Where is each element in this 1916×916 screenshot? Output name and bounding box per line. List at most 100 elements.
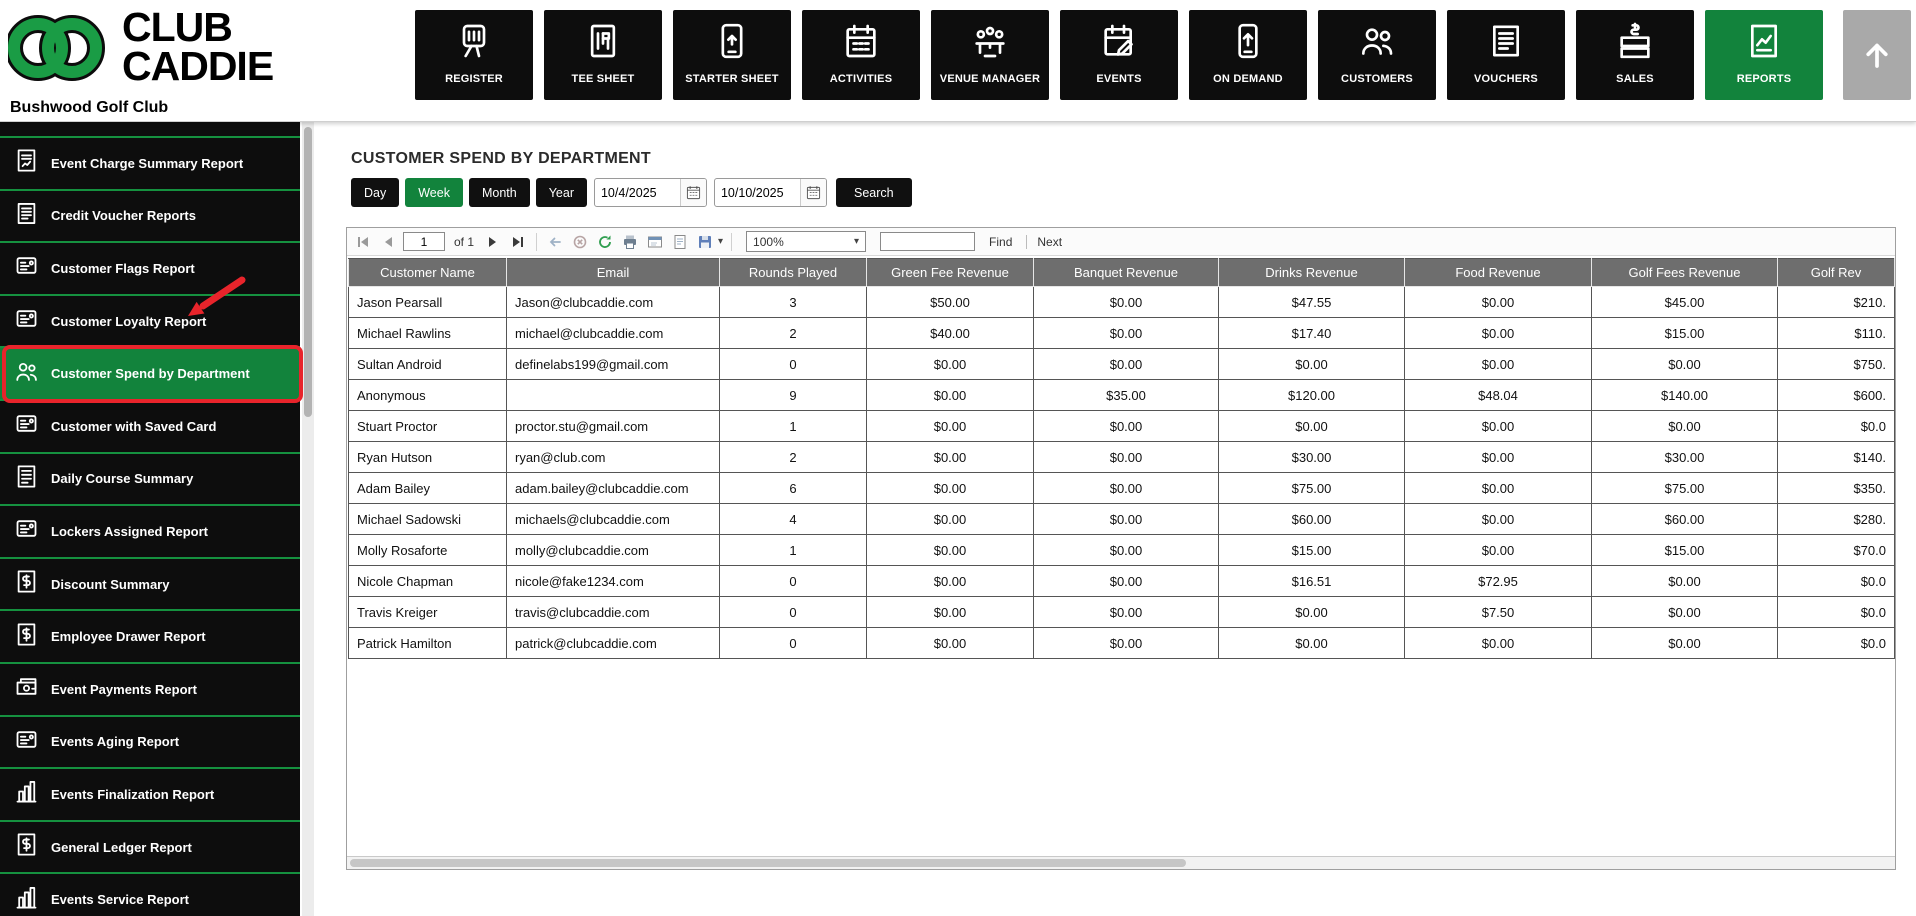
table-cell: definelabs199@gmail.com: [506, 348, 720, 380]
table-cell: Sultan Android: [348, 348, 507, 380]
nav-button-label: SALES: [1616, 73, 1654, 85]
sidebar-scrollbar: [302, 122, 314, 916]
table-cell: $0.00: [1033, 503, 1219, 535]
calendar-icon[interactable]: [679, 179, 706, 206]
export-caret-icon[interactable]: ▾: [718, 236, 723, 247]
nav-button-label: CUSTOMERS: [1341, 73, 1413, 85]
table-cell: $210.: [1777, 286, 1895, 318]
nav-button-tee-sheet[interactable]: TEE SHEET: [544, 10, 662, 100]
sidebar-item-lockers-assigned-report[interactable]: Lockers Assigned Report: [0, 506, 300, 559]
print-button[interactable]: [620, 232, 640, 252]
sidebar-item-customer-spend-by-department[interactable]: Customer Spend by Department: [0, 348, 300, 401]
nav-button-on-demand[interactable]: ON DEMAND: [1189, 10, 1307, 100]
app-title: CLUB CADDIE: [122, 7, 274, 87]
table-cell: $47.55: [1218, 286, 1405, 318]
table-cell: Michael Rawlins: [348, 317, 507, 349]
sidebar-item-events-aging-report[interactable]: Events Aging Report: [0, 716, 300, 770]
horizontal-scrollbar-thumb[interactable]: [350, 859, 1186, 867]
table-cell: $280.: [1777, 503, 1895, 535]
sidebar-item-label: Event Charge Summary Report: [51, 155, 244, 171]
next-page-button[interactable]: [483, 232, 503, 252]
period-button-month[interactable]: Month: [468, 178, 530, 207]
nav-button-label: ON DEMAND: [1213, 73, 1283, 85]
period-button-year[interactable]: Year: [535, 178, 587, 207]
report-viewer-panel: of 1 ▾ 100% ▾ Find Next: [346, 227, 1896, 870]
sidebar-item-events-service-report[interactable]: Events Service Report: [0, 874, 300, 916]
dollar-doc-icon: [13, 621, 40, 653]
nav-button-label: REGISTER: [445, 73, 503, 85]
prev-page-button[interactable]: [378, 232, 398, 252]
find-button[interactable]: Find: [989, 235, 1012, 249]
date-from-input[interactable]: [594, 185, 680, 200]
sidebar-item-customer-loyalty-report[interactable]: Customer Loyalty Report: [0, 295, 300, 349]
table-cell: 2: [719, 441, 867, 473]
page-setup-button[interactable]: [670, 232, 690, 252]
table-row: Nicole Chapman nicole@fake1234.com 0 $0.00 $…: [348, 565, 1895, 597]
nav-button-label: VOUCHERS: [1474, 73, 1538, 85]
table-cell: $0.0: [1777, 596, 1895, 628]
page-title: CUSTOMER SPEND BY DEPARTMENT: [351, 150, 651, 167]
find-input[interactable]: [880, 232, 976, 251]
table-cell: $0.0: [1777, 410, 1895, 442]
table-cell: $750.: [1777, 348, 1895, 380]
sidebar-item-credit-voucher-reports[interactable]: Credit Voucher Reports: [0, 190, 300, 244]
last-page-button[interactable]: [508, 232, 528, 252]
calendar-icon[interactable]: [799, 179, 826, 206]
tee-sheet-icon: [583, 21, 623, 66]
table-cell: $0.00: [1591, 348, 1778, 380]
sidebar-item-events-finalization-report[interactable]: Events Finalization Report: [0, 769, 300, 822]
table-cell: $0.00: [1404, 534, 1592, 566]
period-button-week[interactable]: Week: [405, 178, 463, 207]
search-button[interactable]: Search: [835, 178, 912, 207]
nav-button-venue-manager[interactable]: VENUE MANAGER: [931, 10, 1049, 100]
print-layout-button[interactable]: [645, 232, 665, 252]
first-page-button[interactable]: [353, 232, 373, 252]
nav-button-sales[interactable]: SALES: [1576, 10, 1694, 100]
table-cell: $0.00: [866, 565, 1034, 597]
app-header: CLUB CADDIE Bushwood Golf Club REGISTER T…: [0, 0, 1916, 122]
voucher-icon: [1486, 21, 1526, 66]
nav-button-register[interactable]: REGISTER: [415, 10, 533, 100]
calendar-edit-icon: [1099, 21, 1139, 66]
page-number-input[interactable]: [403, 232, 445, 251]
doc-icon: [13, 463, 40, 495]
sidebar-item-event-payments-report[interactable]: Event Payments Report: [0, 663, 300, 717]
nav-button-vouchers[interactable]: VOUCHERS: [1447, 10, 1565, 100]
nav-button-customers[interactable]: CUSTOMERS: [1318, 10, 1436, 100]
sidebar-item-customer-with-saved-card[interactable]: Customer with Saved Card: [0, 400, 300, 454]
table-cell: $0.00: [866, 379, 1034, 411]
nav-button-reports[interactable]: REPORTS: [1705, 10, 1823, 100]
nav-button-events[interactable]: EVENTS: [1060, 10, 1178, 100]
refresh-button[interactable]: [595, 232, 615, 252]
table-cell: $30.00: [1591, 441, 1778, 473]
nav-button-starter-sheet[interactable]: STARTER SHEET: [673, 10, 791, 100]
sidebar-item-general-ledger-report[interactable]: General Ledger Report: [0, 821, 300, 875]
sidebar-scrollbar-thumb[interactable]: [304, 127, 312, 417]
back-button[interactable]: [545, 232, 565, 252]
table-cell: $0.00: [1033, 472, 1219, 504]
table-cell: 1: [719, 534, 867, 566]
table-cell: $30.00: [1218, 441, 1405, 473]
cancel-button[interactable]: [570, 232, 590, 252]
zoom-select[interactable]: 100% ▾: [746, 231, 867, 252]
column-header: Rounds Played: [719, 258, 867, 287]
period-button-day[interactable]: Day: [351, 178, 400, 207]
dollar-doc-icon: [13, 831, 40, 863]
sidebar-item-customer-flags-report[interactable]: Customer Flags Report: [0, 243, 300, 296]
nav-button-activities[interactable]: ACTIVITIES: [802, 10, 920, 100]
sidebar-item-daily-course-summary[interactable]: Daily Course Summary: [0, 453, 300, 507]
find-next-button[interactable]: Next: [1026, 234, 1062, 249]
date-to-input[interactable]: [714, 185, 800, 200]
column-header: Green Fee Revenue: [866, 258, 1034, 287]
sidebar-item-event-charge-summary-report[interactable]: Event Charge Summary Report: [0, 138, 300, 191]
sidebar-item-label: Daily Course Summary: [51, 471, 194, 487]
collapse-header-button[interactable]: [1843, 10, 1911, 100]
sidebar-item-employee-drawer-report[interactable]: Employee Drawer Report: [0, 611, 300, 664]
table-cell: $0.00: [1033, 441, 1219, 473]
export-button[interactable]: [695, 232, 715, 252]
sidebar-item-discount-summary[interactable]: Discount Summary: [0, 558, 300, 612]
tablet-icon: [712, 21, 752, 66]
table-row: Stuart Proctor proctor.stu@gmail.com 1 $0.0…: [348, 410, 1895, 442]
table-cell: [506, 379, 720, 411]
table-cell: 0: [719, 596, 867, 628]
